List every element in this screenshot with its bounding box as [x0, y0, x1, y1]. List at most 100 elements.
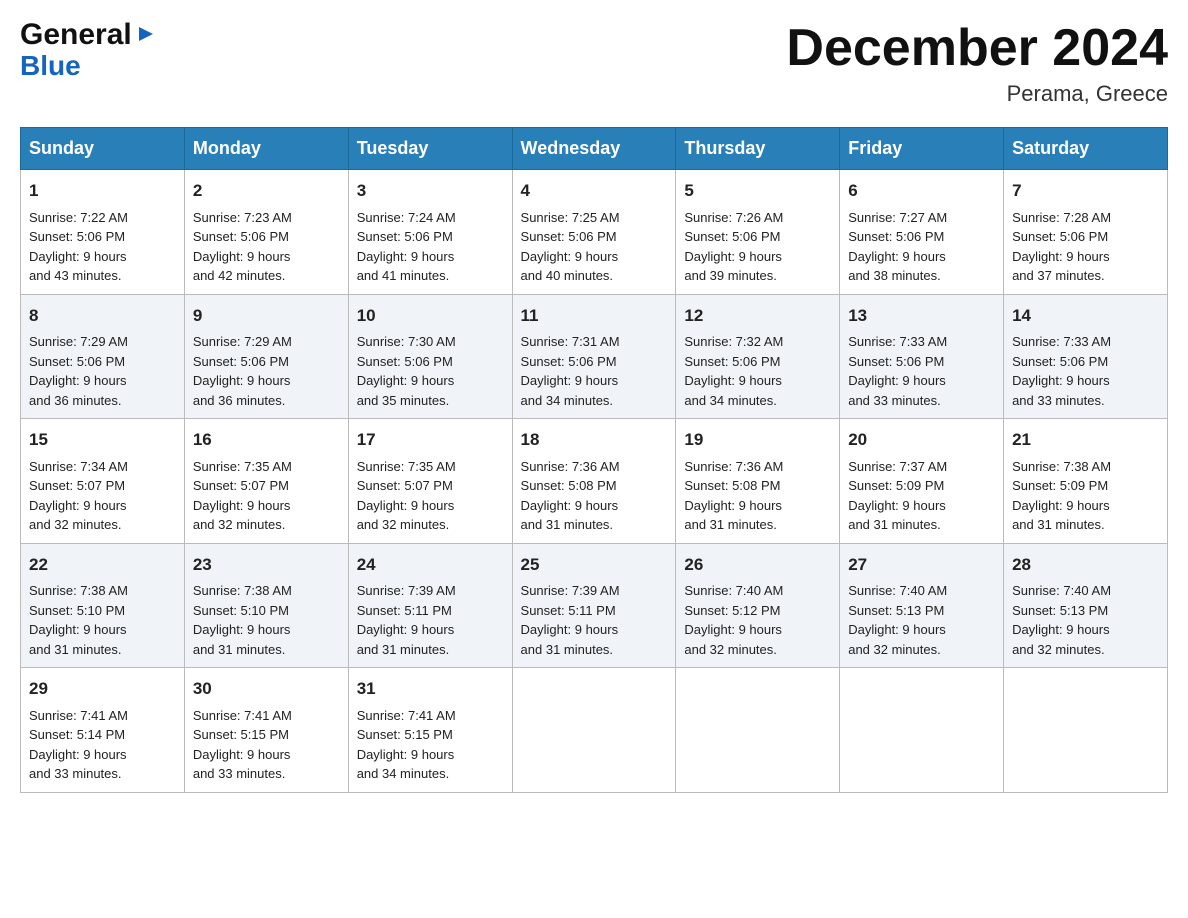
- sunrise-label: Sunrise: 7:37 AM: [848, 459, 947, 474]
- daylight-label: Daylight: 9 hours: [29, 498, 127, 513]
- sunset-label: Sunset: 5:06 PM: [521, 229, 617, 244]
- daylight-value: and 31 minutes.: [684, 517, 777, 532]
- daylight-label: Daylight: 9 hours: [29, 747, 127, 762]
- calendar-cell: [512, 668, 676, 793]
- daylight-value: and 32 minutes.: [684, 642, 777, 657]
- calendar-cell: 23 Sunrise: 7:38 AM Sunset: 5:10 PM Dayl…: [184, 543, 348, 668]
- calendar-cell: 31 Sunrise: 7:41 AM Sunset: 5:15 PM Dayl…: [348, 668, 512, 793]
- daylight-label: Daylight: 9 hours: [1012, 498, 1110, 513]
- day-number: 9: [193, 303, 340, 329]
- daylight-label: Daylight: 9 hours: [848, 373, 946, 388]
- daylight-value: and 31 minutes.: [193, 642, 286, 657]
- calendar-cell: 11 Sunrise: 7:31 AM Sunset: 5:06 PM Dayl…: [512, 294, 676, 419]
- daylight-label: Daylight: 9 hours: [1012, 249, 1110, 264]
- calendar-cell: 9 Sunrise: 7:29 AM Sunset: 5:06 PM Dayli…: [184, 294, 348, 419]
- day-number: 7: [1012, 178, 1159, 204]
- col-thursday: Thursday: [676, 128, 840, 170]
- daylight-value: and 31 minutes.: [1012, 517, 1105, 532]
- calendar-cell: 30 Sunrise: 7:41 AM Sunset: 5:15 PM Dayl…: [184, 668, 348, 793]
- sunrise-label: Sunrise: 7:27 AM: [848, 210, 947, 225]
- sunset-label: Sunset: 5:06 PM: [193, 229, 289, 244]
- day-number: 27: [848, 552, 995, 578]
- calendar-cell: 25 Sunrise: 7:39 AM Sunset: 5:11 PM Dayl…: [512, 543, 676, 668]
- daylight-value: and 32 minutes.: [848, 642, 941, 657]
- calendar-cell: [676, 668, 840, 793]
- day-number: 30: [193, 676, 340, 702]
- day-number: 15: [29, 427, 176, 453]
- daylight-label: Daylight: 9 hours: [848, 249, 946, 264]
- sunset-label: Sunset: 5:06 PM: [357, 229, 453, 244]
- calendar-cell: 1 Sunrise: 7:22 AM Sunset: 5:06 PM Dayli…: [21, 170, 185, 295]
- sunset-label: Sunset: 5:15 PM: [357, 727, 453, 742]
- sunset-label: Sunset: 5:10 PM: [193, 603, 289, 618]
- day-number: 6: [848, 178, 995, 204]
- daylight-value: and 34 minutes.: [357, 766, 450, 781]
- day-number: 11: [521, 303, 668, 329]
- sunrise-label: Sunrise: 7:33 AM: [848, 334, 947, 349]
- daylight-value: and 41 minutes.: [357, 268, 450, 283]
- calendar-cell: [840, 668, 1004, 793]
- daylight-value: and 33 minutes.: [848, 393, 941, 408]
- daylight-value: and 36 minutes.: [29, 393, 122, 408]
- daylight-value: and 39 minutes.: [684, 268, 777, 283]
- day-number: 21: [1012, 427, 1159, 453]
- calendar-cell: 14 Sunrise: 7:33 AM Sunset: 5:06 PM Dayl…: [1004, 294, 1168, 419]
- daylight-label: Daylight: 9 hours: [848, 498, 946, 513]
- col-monday: Monday: [184, 128, 348, 170]
- sunrise-label: Sunrise: 7:22 AM: [29, 210, 128, 225]
- calendar-week-row-4: 22 Sunrise: 7:38 AM Sunset: 5:10 PM Dayl…: [21, 543, 1168, 668]
- calendar-cell: 18 Sunrise: 7:36 AM Sunset: 5:08 PM Dayl…: [512, 419, 676, 544]
- daylight-value: and 38 minutes.: [848, 268, 941, 283]
- day-number: 29: [29, 676, 176, 702]
- day-number: 16: [193, 427, 340, 453]
- day-number: 24: [357, 552, 504, 578]
- day-number: 14: [1012, 303, 1159, 329]
- day-number: 31: [357, 676, 504, 702]
- sunset-label: Sunset: 5:10 PM: [29, 603, 125, 618]
- daylight-value: and 33 minutes.: [193, 766, 286, 781]
- sunrise-label: Sunrise: 7:39 AM: [357, 583, 456, 598]
- daylight-value: and 33 minutes.: [29, 766, 122, 781]
- sunrise-label: Sunrise: 7:26 AM: [684, 210, 783, 225]
- calendar-header-row: Sunday Monday Tuesday Wednesday Thursday…: [21, 128, 1168, 170]
- calendar-cell: 19 Sunrise: 7:36 AM Sunset: 5:08 PM Dayl…: [676, 419, 840, 544]
- day-number: 13: [848, 303, 995, 329]
- sunset-label: Sunset: 5:15 PM: [193, 727, 289, 742]
- sunset-label: Sunset: 5:06 PM: [521, 354, 617, 369]
- calendar-cell: 13 Sunrise: 7:33 AM Sunset: 5:06 PM Dayl…: [840, 294, 1004, 419]
- col-wednesday: Wednesday: [512, 128, 676, 170]
- daylight-value: and 32 minutes.: [357, 517, 450, 532]
- sunset-label: Sunset: 5:06 PM: [357, 354, 453, 369]
- sunset-label: Sunset: 5:07 PM: [193, 478, 289, 493]
- sunrise-label: Sunrise: 7:38 AM: [29, 583, 128, 598]
- sunset-label: Sunset: 5:06 PM: [684, 229, 780, 244]
- daylight-label: Daylight: 9 hours: [1012, 373, 1110, 388]
- sunrise-label: Sunrise: 7:36 AM: [521, 459, 620, 474]
- sunrise-label: Sunrise: 7:28 AM: [1012, 210, 1111, 225]
- calendar-cell: 27 Sunrise: 7:40 AM Sunset: 5:13 PM Dayl…: [840, 543, 1004, 668]
- month-title: December 2024: [786, 20, 1168, 77]
- day-number: 22: [29, 552, 176, 578]
- daylight-value: and 32 minutes.: [1012, 642, 1105, 657]
- calendar-cell: 5 Sunrise: 7:26 AM Sunset: 5:06 PM Dayli…: [676, 170, 840, 295]
- logo: General Blue: [20, 20, 157, 82]
- daylight-value: and 36 minutes.: [193, 393, 286, 408]
- daylight-label: Daylight: 9 hours: [193, 249, 291, 264]
- daylight-label: Daylight: 9 hours: [357, 622, 455, 637]
- calendar-cell: 12 Sunrise: 7:32 AM Sunset: 5:06 PM Dayl…: [676, 294, 840, 419]
- col-friday: Friday: [840, 128, 1004, 170]
- daylight-label: Daylight: 9 hours: [29, 249, 127, 264]
- sunset-label: Sunset: 5:11 PM: [357, 603, 452, 618]
- sunrise-label: Sunrise: 7:40 AM: [1012, 583, 1111, 598]
- daylight-value: and 35 minutes.: [357, 393, 450, 408]
- daylight-value: and 32 minutes.: [29, 517, 122, 532]
- day-number: 19: [684, 427, 831, 453]
- logo-general: General: [20, 20, 132, 50]
- daylight-value: and 43 minutes.: [29, 268, 122, 283]
- day-number: 20: [848, 427, 995, 453]
- daylight-label: Daylight: 9 hours: [357, 498, 455, 513]
- sunset-label: Sunset: 5:12 PM: [684, 603, 780, 618]
- sunrise-label: Sunrise: 7:41 AM: [29, 708, 128, 723]
- sunrise-label: Sunrise: 7:41 AM: [193, 708, 292, 723]
- sunrise-label: Sunrise: 7:31 AM: [521, 334, 620, 349]
